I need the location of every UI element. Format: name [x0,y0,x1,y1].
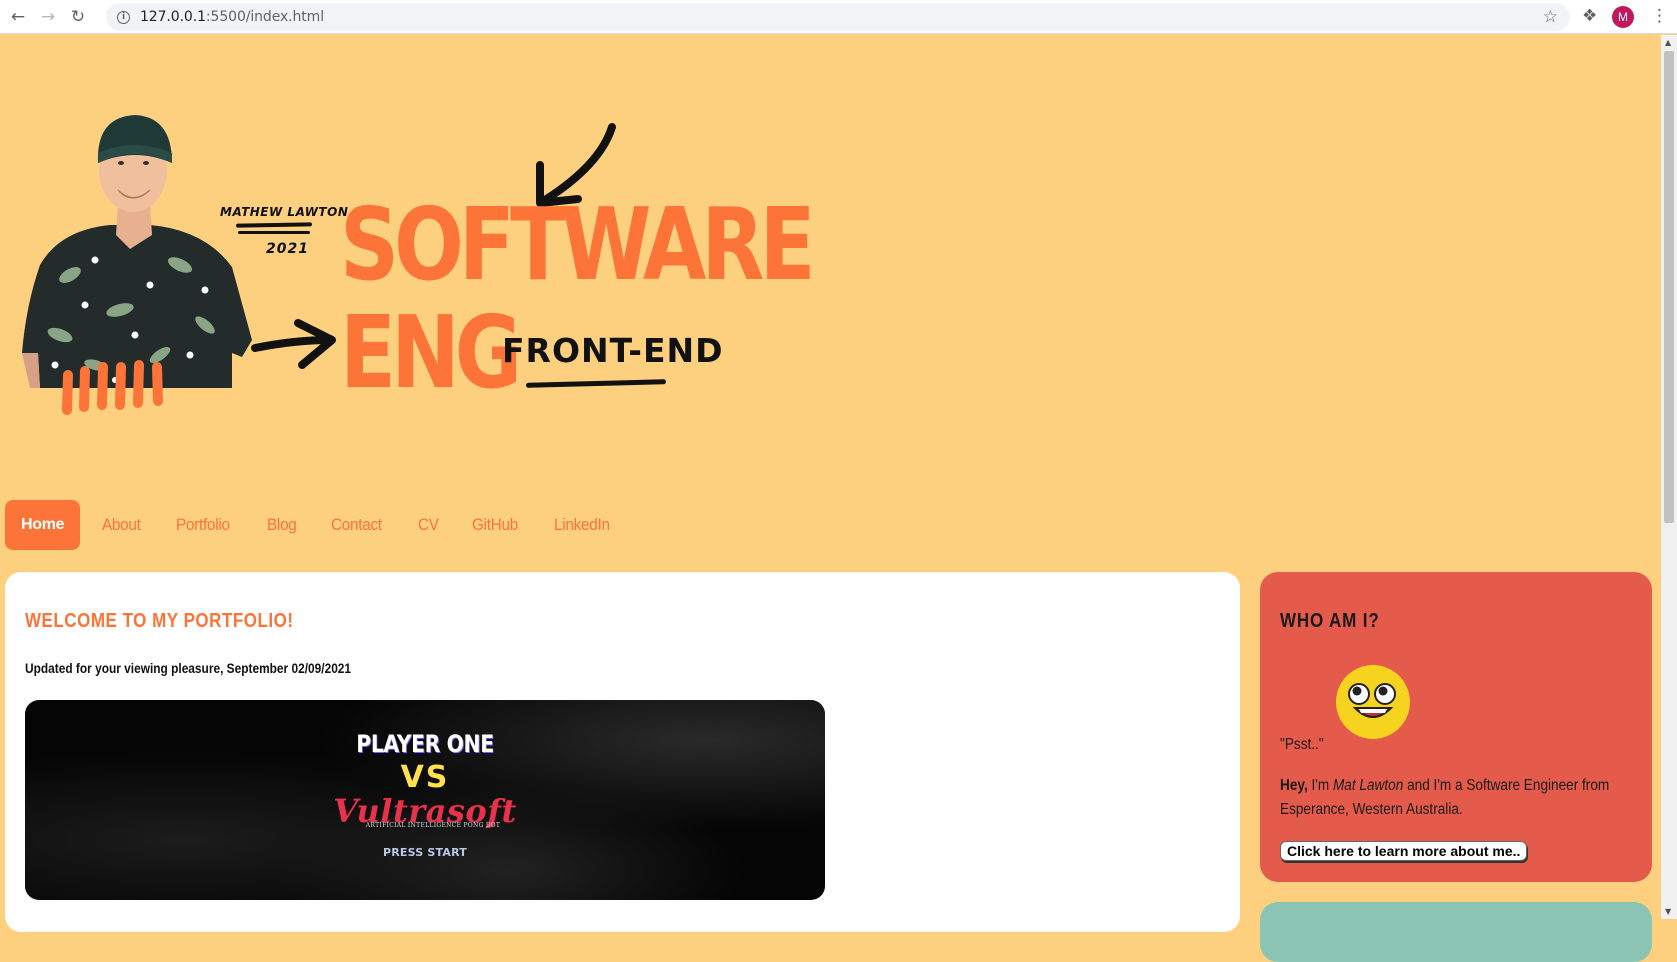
bookmark-star-icon[interactable]: ☆ [1543,7,1558,27]
back-icon[interactable]: ← [6,5,30,29]
hero-title-line1: SOFTWARE [340,186,816,303]
hero-header: MATHEW LAWTON 2021 SOFTWARE ENG FRONT-EN… [0,35,816,495]
smiley-face-icon [1336,665,1410,739]
profile-avatar[interactable]: M [1612,6,1634,28]
url-host: 127.0.0.1 [140,9,206,25]
extensions-puzzle-icon[interactable]: ❖ [1582,6,1597,26]
intro-part-a: I'm [1307,777,1333,794]
nav-linkedin[interactable]: LinkedIn [554,515,610,535]
nav-cv[interactable]: CV [418,515,439,535]
scroll-up-arrow-icon[interactable]: ▲ [1665,38,1671,47]
learn-more-button[interactable]: Click here to learn more about me.. [1280,841,1528,861]
signature-year: 2021 [266,241,309,257]
hero-title-line2: ENG [340,294,522,411]
right-arrow-icon [251,319,336,369]
browser-toolbar: ← → ↻ i 127.0.0.1:5500/index.html ☆ ❖ M … [0,0,1677,34]
profile-photo [22,115,252,415]
page-scrollbar[interactable]: ▲ ▼ [1661,35,1677,919]
welcome-title: WELCOME TO MY PORTFOLIO! [25,610,294,632]
intro-text: Hey, I'm Mat Lawton and I'm a Software E… [1280,774,1637,822]
banner-player-one: PLAYER ONE [356,730,494,758]
nav-home[interactable]: Home [5,500,81,550]
banner-tagline: ARTIFICIAL INTELLIGENCE PONG BOT [365,822,501,829]
address-bar[interactable]: i 127.0.0.1:5500/index.html ☆ [106,3,1570,31]
press-start-text[interactable]: PRESS START [25,846,825,859]
signature-name: MATHEW LAWTON [220,205,349,219]
url-text[interactable]: 127.0.0.1:5500/index.html [140,9,324,25]
scroll-thumb[interactable] [1664,51,1674,523]
banner-vs: VS [400,760,450,795]
nav-contact[interactable]: Contact [331,515,382,535]
url-path: :5500/index.html [205,9,325,25]
welcome-card: WELCOME TO MY PORTFOLIO! Updated for you… [5,572,1240,932]
browser-menu-icon[interactable]: ⋮ [1651,6,1668,26]
who-am-i-title: WHO AM I? [1280,610,1380,632]
updated-text: Updated for your viewing pleasure, Septe… [25,660,352,676]
site-info-icon[interactable]: i [117,10,130,24]
nav-github[interactable]: GitHub [472,515,518,535]
intro-name: Mat Lawton [1332,777,1404,794]
who-am-i-card: WHO AM I? "Psst.." Hey, I'm Mat Lawton a… [1260,572,1652,882]
hero-subtitle: FRONT-END [502,331,724,370]
signature-underline-2 [238,231,310,234]
nav-blog[interactable]: Blog [267,515,297,535]
pong-game-banner[interactable]: PLAYER ONE VS Vultrasoft ARTIFICIAL INTE… [25,700,825,900]
secondary-side-card [1260,902,1652,962]
reload-icon[interactable]: ↻ [66,5,90,29]
nav-portfolio[interactable]: Portfolio [176,515,230,535]
scroll-down-arrow-icon[interactable]: ▼ [1665,907,1671,916]
main-nav: Home About Portfolio Blog Contact CV Git… [5,498,647,552]
intro-greeting: Hey, [1280,777,1308,794]
nav-about[interactable]: About [102,515,141,535]
forward-icon[interactable]: → [36,5,60,29]
psst-text: "Psst.." [1280,736,1324,753]
